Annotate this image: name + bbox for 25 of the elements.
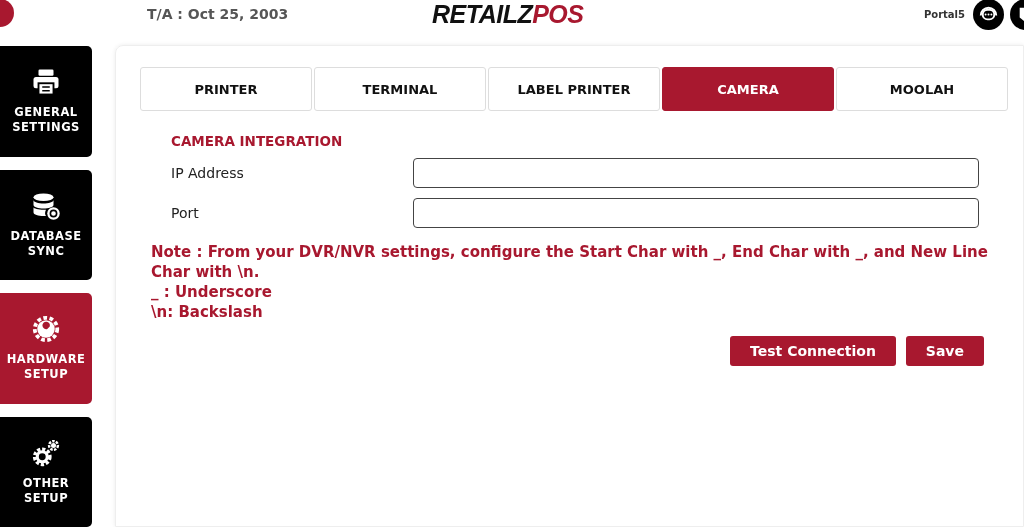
tab[interactable]: CAMERA — [662, 67, 834, 111]
sidebar-item[interactable]: DATABASE SYNC — [0, 169, 92, 280]
section-title: CAMERA INTEGRATION — [171, 133, 344, 149]
field-label: Port — [171, 205, 200, 221]
tab[interactable]: LABEL PRINTER — [488, 67, 660, 111]
action-button[interactable]: Save — [905, 336, 984, 366]
note-text: Note : From your DVR/NVR settings, configure the Start Char with _, End Char with _, and New Line Char with \n. — [151, 242, 989, 282]
support-chat-icon[interactable] — [973, 0, 1004, 30]
input-field[interactable] — [413, 198, 979, 228]
tab[interactable]: PRINTER — [140, 67, 312, 111]
transaction-date: T/A : Oct 25, 2003 — [147, 6, 290, 22]
tab[interactable]: MOOLAH — [836, 67, 1008, 111]
action-button[interactable]: Test Connection — [730, 336, 896, 366]
tab[interactable]: TERMINAL — [314, 67, 486, 111]
logo-icon — [0, 0, 14, 27]
field-label: IP Address — [171, 165, 245, 181]
sidebar-item[interactable]: OTHER SETUP — [0, 416, 92, 527]
sidebar-item[interactable]: GENERAL SETTINGS — [0, 46, 92, 157]
input-field[interactable] — [413, 158, 979, 188]
sidebar-item[interactable]: HARDWARE SETUP — [0, 293, 92, 404]
user-name: Portal5 — [923, 8, 965, 20]
gears-icon — [31, 437, 61, 468]
brand-logo: RETAILZPOS — [432, 0, 584, 29]
note-text: \n: Backslash — [151, 302, 264, 322]
note-text: _ : Underscore — [151, 282, 273, 302]
